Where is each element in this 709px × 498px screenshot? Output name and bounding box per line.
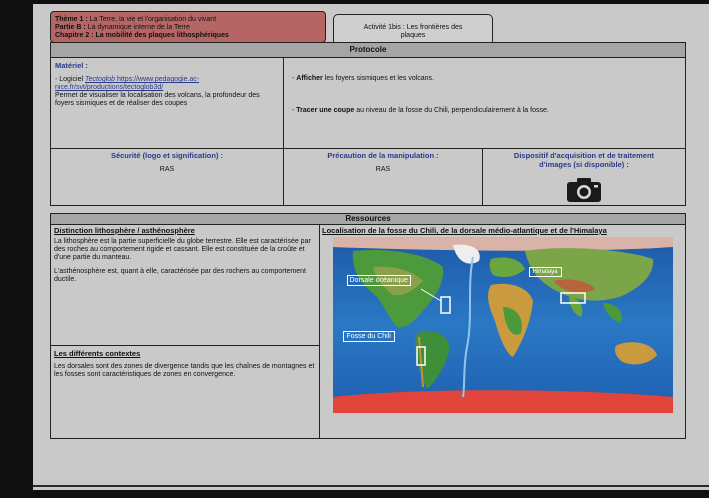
section1-title: Distinction lithosphère / asthénosphère bbox=[54, 226, 195, 235]
bottom-divider bbox=[33, 485, 709, 487]
theme-label: Thème 1 : bbox=[55, 16, 88, 23]
dispositif-cell: Dispositif d'acquisition et de traitemen… bbox=[482, 148, 686, 206]
securite-value: RAS bbox=[159, 166, 175, 173]
action2-rest: au niveau de la fosse du Chili, perpendi… bbox=[354, 107, 549, 114]
securite-cell: Sécurité (logo et signification) : RAS bbox=[50, 148, 284, 206]
camera-icon bbox=[565, 177, 603, 203]
contextes-cell: Les différents contextes Les dorsales so… bbox=[50, 345, 320, 439]
lithosphere-cell: Distinction lithosphère / asthénosphère … bbox=[50, 224, 320, 346]
protocole-title: Protocole bbox=[50, 42, 686, 58]
theme-text: La Terre, la vie et l'organisation du vi… bbox=[89, 16, 217, 23]
partie-text: La dynamique interne de la Terre bbox=[87, 24, 190, 31]
actions-cell: - Afficher les foyers sismiques et les v… bbox=[283, 57, 686, 149]
section1-p2: L'asthénosphère est, quant à elle, carac… bbox=[54, 268, 306, 283]
section2-title: Les différents contextes bbox=[54, 349, 141, 358]
precaution-label: Précaution de la manipulation : bbox=[327, 151, 439, 160]
action2-bold: Tracer une coupe bbox=[296, 107, 355, 114]
action1-bold: Afficher bbox=[296, 75, 323, 82]
label-fosse: Fosse du Chili bbox=[342, 331, 395, 342]
ressources-title: Ressources bbox=[50, 213, 686, 225]
activity-line2: plaques bbox=[400, 32, 426, 39]
precaution-value: RAS bbox=[375, 166, 391, 173]
action1-rest: les foyers sismiques et les volcans. bbox=[322, 75, 434, 82]
section1-p1: La lithosphère est la partie superficiel… bbox=[54, 238, 311, 261]
materiel-label: Matériel : bbox=[55, 61, 88, 70]
software-name-link[interactable]: Tectoglob bbox=[85, 76, 115, 83]
section2-p1: Les dorsales sont des zones de divergenc… bbox=[54, 363, 315, 378]
protocole-table: Protocole Matériel : - Logiciel Tectoglo… bbox=[50, 42, 686, 206]
theme-box: Thème 1 : La Terre, la vie et l'organisa… bbox=[50, 11, 326, 43]
securite-label: Sécurité (logo et signification) : bbox=[110, 151, 224, 160]
label-himalaya: Himalaya bbox=[528, 267, 562, 277]
precaution-cell: Précaution de la manipulation : RAS bbox=[283, 148, 483, 206]
document-page: Thème 1 : La Terre, la vie et l'organisa… bbox=[33, 4, 709, 490]
activity-line1: Activité 1bis : Les frontières des bbox=[363, 24, 463, 31]
ressources-table: Ressources Distinction lithosphère / ast… bbox=[50, 213, 686, 439]
dispositif-label: Dispositif d'acquisition et de traitemen… bbox=[513, 151, 655, 169]
world-map: Dorsale océanique Fosse du Chili Himalay… bbox=[332, 237, 673, 413]
label-dorsale: Dorsale océanique bbox=[346, 275, 411, 286]
materiel-cell: Matériel : - Logiciel Tectoglob https://… bbox=[50, 57, 284, 149]
software-prefix: - Logiciel bbox=[55, 76, 85, 83]
map-cell: Localisation de la fosse du Chili, de la… bbox=[319, 224, 686, 439]
partie-label: Partie B : bbox=[55, 24, 86, 31]
software-description: Permet de visualiser la localisation des… bbox=[55, 92, 260, 107]
world-map-image bbox=[332, 237, 673, 413]
map-title: Localisation de la fosse du Chili, de la… bbox=[322, 226, 607, 235]
chapitre-text: Chapitre 2 : La mobilité des plaques lit… bbox=[55, 32, 229, 39]
